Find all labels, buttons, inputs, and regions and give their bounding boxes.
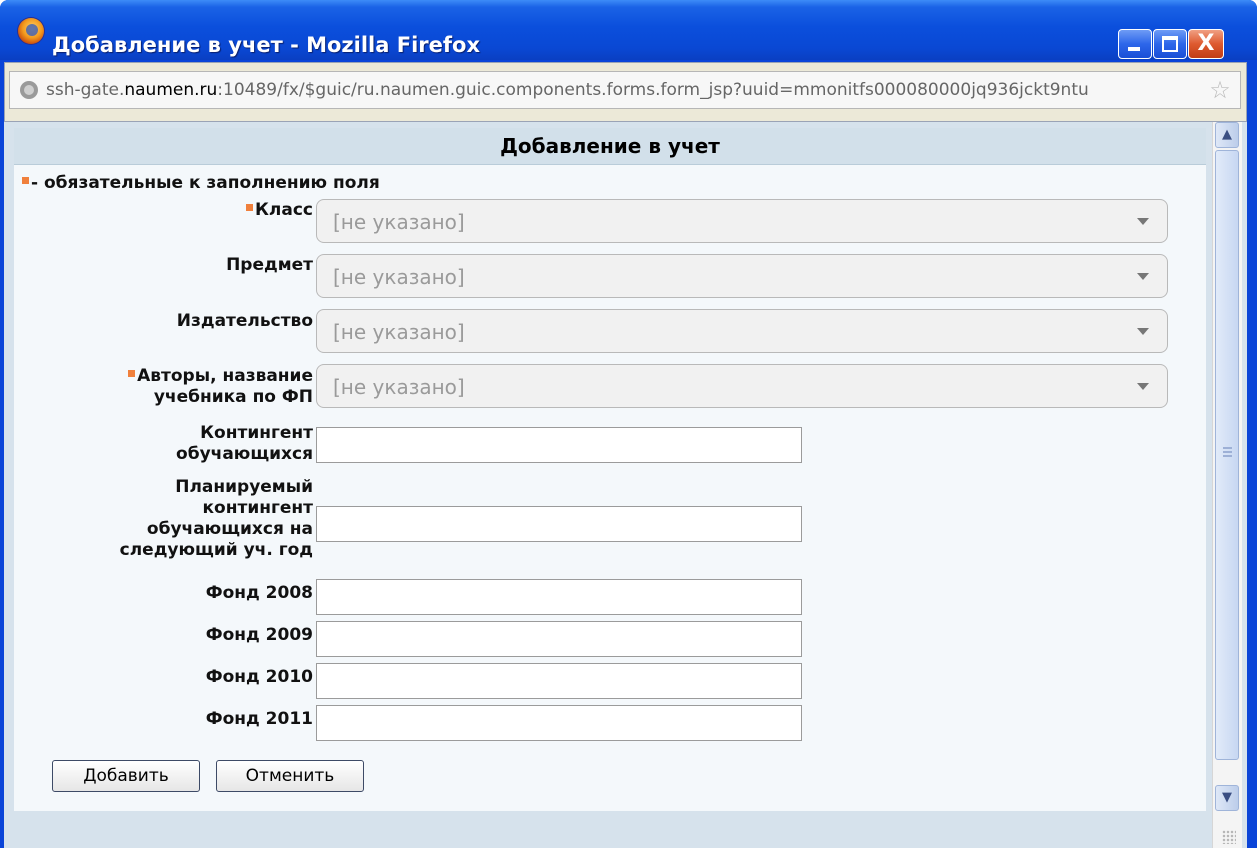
label-plan: Планируемый контингент обучающихся на сл… — [120, 477, 313, 561]
label-avtory-line2: учебника по ФП — [153, 387, 313, 407]
maximize-button[interactable] — [1153, 29, 1187, 59]
select-predmet-value: [не указано] — [333, 265, 465, 289]
required-note: - обязательные к заполнению поля — [22, 173, 380, 193]
label-kontingent-line1: Контингент — [200, 423, 313, 443]
label-plan-line4: следующий уч. год — [119, 540, 313, 560]
label-fond2011: Фонд 2011 — [205, 709, 313, 729]
label-izdatelstvo: Издательство — [176, 311, 313, 331]
input-fond2008[interactable] — [316, 579, 802, 615]
select-predmet[interactable]: [не указано] — [316, 254, 1168, 298]
chevron-down-icon — [1137, 273, 1149, 280]
vertical-scrollbar[interactable]: ▲ ▼ — [1212, 122, 1242, 848]
globe-icon — [20, 81, 38, 99]
title-bar[interactable]: Добавление в учет - Mozilla Firefox X — [0, 0, 1257, 60]
input-fond2010[interactable] — [316, 663, 802, 699]
close-icon: X — [1197, 31, 1215, 56]
scroll-down-icon[interactable]: ▼ — [1215, 785, 1239, 811]
url-text: ssh-gate.naumen.ru:10489/fx/$guic/ru.nau… — [46, 72, 1089, 108]
resize-grip-icon[interactable] — [1222, 830, 1236, 844]
select-klass[interactable]: [не указано] — [316, 199, 1168, 243]
url-path: :10489/fx/$guic/ru.naumen.guic.component… — [217, 80, 1089, 100]
label-plan-line1: Планируемый — [175, 477, 313, 497]
cancel-button[interactable]: Отменить — [216, 760, 364, 792]
required-marker-icon — [22, 177, 29, 184]
label-klass-text: Класс — [255, 200, 313, 220]
label-kontingent-line2: обучающихся — [176, 444, 313, 464]
chevron-down-icon — [1137, 328, 1149, 335]
label-fond2009: Фонд 2009 — [205, 625, 313, 645]
select-klass-value: [не указано] — [333, 210, 465, 234]
input-plan[interactable] — [316, 506, 802, 542]
firefox-logo-icon — [18, 18, 44, 44]
form-title: Добавление в учет — [14, 128, 1206, 165]
grip-icon — [1223, 447, 1232, 457]
url-host-domain: naumen.ru — [124, 80, 218, 100]
label-avtory: Авторы, название учебника по ФП — [128, 366, 313, 408]
input-kontingent[interactable] — [316, 427, 802, 463]
page-content: Добавление в учет - обязательные к запол… — [4, 122, 1247, 848]
label-fond2008: Фонд 2008 — [205, 583, 313, 603]
label-kontingent: Контингент обучающихся — [176, 423, 313, 465]
required-marker-icon — [128, 370, 136, 377]
input-fond2011[interactable] — [316, 705, 802, 741]
add-button[interactable]: Добавить — [52, 760, 200, 792]
maximize-icon — [1154, 30, 1186, 58]
label-avtory-line1-text: Авторы, название — [137, 366, 313, 386]
form-panel: - обязательные к заполнению поля Класс [… — [14, 165, 1206, 811]
label-klass: Класс — [246, 200, 313, 221]
scrollbar-thumb[interactable] — [1215, 150, 1239, 760]
bookmark-star-icon[interactable]: ☆ — [1206, 76, 1234, 104]
select-avtory[interactable]: [не указано] — [316, 364, 1168, 408]
required-marker-icon — [246, 204, 254, 211]
label-avtory-line1: Авторы, название — [128, 366, 313, 387]
browser-window: Добавление в учет - Mozilla Firefox X ss… — [0, 0, 1257, 848]
scroll-up-icon[interactable]: ▲ — [1215, 122, 1239, 148]
chevron-down-icon — [1137, 218, 1149, 225]
label-fond2010: Фонд 2010 — [205, 667, 313, 687]
input-fond2009[interactable] — [316, 621, 802, 657]
label-plan-line3: обучающихся на — [146, 519, 313, 539]
label-predmet: Предмет — [226, 255, 313, 275]
required-note-text: - обязательные к заполнению поля — [31, 173, 380, 193]
select-avtory-value: [не указано] — [333, 375, 465, 399]
select-izdatelstvo-value: [не указано] — [333, 320, 465, 344]
url-host-prefix: ssh-gate. — [46, 80, 125, 100]
minimize-icon — [1119, 30, 1151, 58]
url-field[interactable]: ssh-gate.naumen.ru:10489/fx/$guic/ru.nau… — [9, 71, 1241, 109]
close-button[interactable]: X — [1188, 29, 1224, 59]
select-izdatelstvo[interactable]: [не указано] — [316, 309, 1168, 353]
window-title: Добавление в учет - Mozilla Firefox — [52, 33, 480, 57]
address-bar: ssh-gate.naumen.ru:10489/fx/$guic/ru.nau… — [4, 62, 1247, 122]
chevron-down-icon — [1137, 383, 1149, 390]
minimize-button[interactable] — [1118, 29, 1152, 59]
label-plan-line2: контингент — [202, 498, 313, 518]
